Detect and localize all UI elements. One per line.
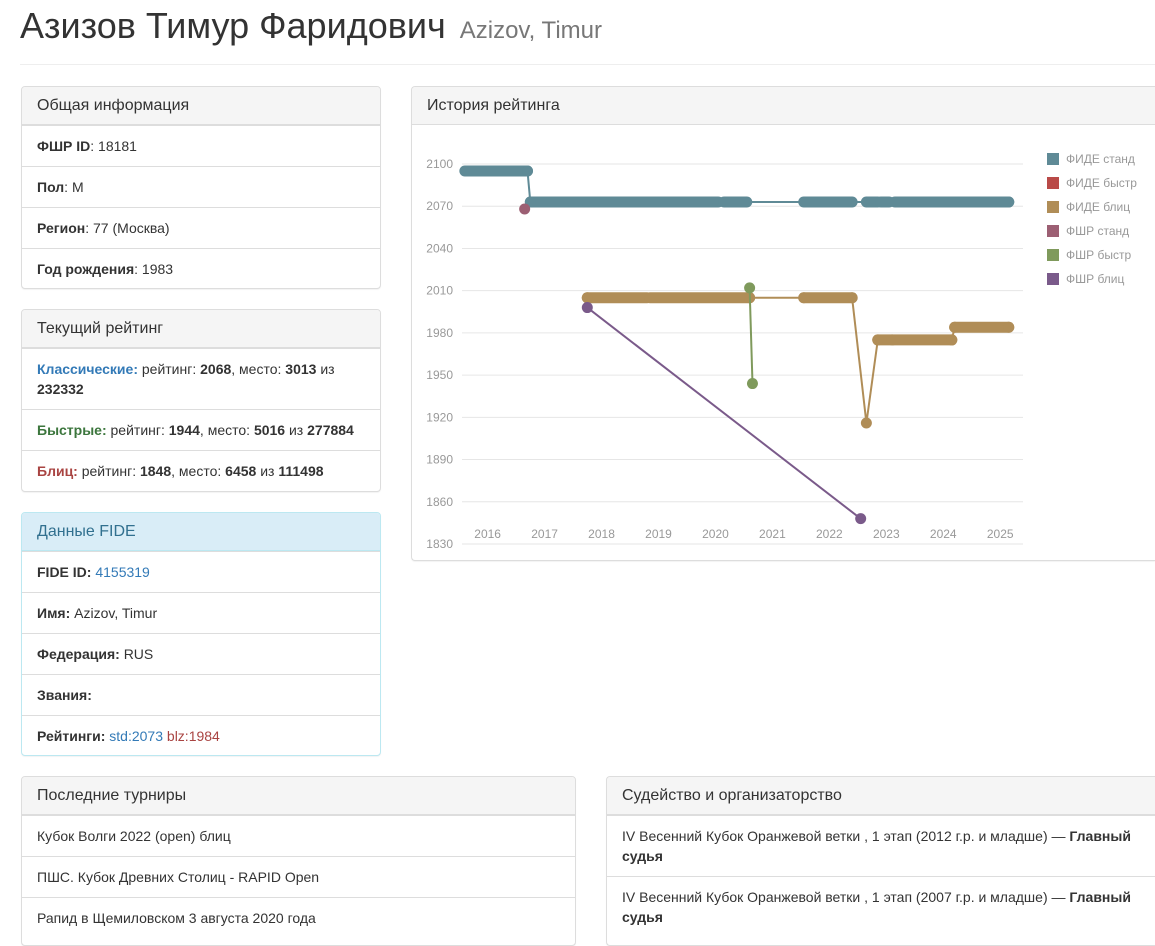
x-tick-label: 2020 (702, 527, 729, 541)
legend-label: ФИДЕ блиц (1066, 200, 1130, 214)
tournament-item[interactable]: Кубок Волги 2022 (open) блиц (22, 815, 575, 856)
general-info-heading: Общая информация (22, 87, 380, 125)
recent-tournaments-panel: Последние турниры Кубок Волги 2022 (open… (21, 776, 576, 946)
y-tick-label: 2070 (426, 199, 453, 213)
x-tick-label: 2025 (987, 527, 1014, 541)
x-tick-label: 2017 (531, 527, 558, 541)
fide-name-row: Имя: Azizov, Timur (22, 592, 380, 633)
fide-data-heading: Данные FIDE (22, 513, 380, 551)
judging-panel: Судейство и организаторство IV Весенний … (606, 776, 1155, 946)
y-tick-label: 2100 (426, 157, 453, 171)
series-point (1003, 321, 1015, 333)
series-point (581, 302, 593, 314)
header-divider (20, 64, 1155, 65)
rating-history-panel: История рейтинга 2100 2070 2040 2010 1980 195… (411, 86, 1155, 561)
current-rating-panel: Текущий рейтинг Классические: рейтинг: 2… (21, 309, 381, 492)
y-tick-label: 1890 (426, 453, 453, 467)
series-point (746, 378, 758, 390)
tournament-item[interactable]: Рапид в Щемиловском 3 августа 2020 года (22, 897, 575, 938)
fide-titles-row: Звания: (22, 674, 380, 715)
legend-swatch (1047, 201, 1059, 213)
legend-swatch (1047, 153, 1059, 165)
tournament-item[interactable]: ПШС. Кубок Древних Столиц - RAPID Open (22, 856, 575, 897)
series-point (946, 334, 958, 346)
y-tick-label: 1950 (426, 368, 453, 382)
fide-id-link[interactable]: 4155319 (95, 564, 150, 580)
y-tick-label: 1980 (426, 326, 453, 340)
fshr-id-row: ФШР ID: 18181 (22, 125, 380, 166)
birth-year-row: Год рождения: 1983 (22, 248, 380, 288)
fide-federation-row: Федерация: RUS (22, 633, 380, 674)
rapid-rating-row: Быстрые: рейтинг: 1944, место: 5016 из 2… (22, 409, 380, 450)
series-point (519, 203, 531, 215)
fide-std-link[interactable]: std:2073 (109, 728, 163, 744)
region-row: Регион: 77 (Москва) (22, 207, 380, 248)
series-point (744, 282, 756, 294)
x-tick-label: 2018 (588, 527, 615, 541)
rating-history-heading: История рейтинга (412, 87, 1155, 125)
general-info-panel: Общая информация ФШР ID: 18181 Пол: М Ре… (21, 86, 381, 289)
series-point (855, 513, 867, 525)
series-point (872, 334, 884, 346)
series-line (587, 296, 1009, 424)
gender-row: Пол: М (22, 166, 380, 207)
judging-heading: Судейство и организаторство (607, 777, 1155, 815)
legend-label: ФШР быстр (1066, 248, 1131, 262)
recent-tournaments-heading: Последние турниры (22, 777, 575, 815)
player-name-ru: Азизов Тимур Фаридович (20, 5, 446, 46)
series-point (949, 321, 961, 333)
player-name-en: Azizov, Timur (459, 17, 602, 44)
series-point (846, 292, 858, 304)
series-point (798, 292, 810, 304)
legend-swatch (1047, 225, 1059, 237)
judging-item[interactable]: IV Весенний Кубок Оранжевой ветки , 1 эт… (607, 815, 1155, 876)
judging-item[interactable]: IV Весенний Кубок Оранжевой ветки , 1 эт… (607, 876, 1155, 937)
y-tick-label: 1860 (426, 495, 453, 509)
y-tick-label: 1920 (426, 410, 453, 424)
legend-swatch (1047, 177, 1059, 189)
legend-label: ФИДЕ станд (1066, 152, 1135, 166)
legend-label: ФШР станд (1066, 224, 1129, 238)
series-point (581, 292, 593, 304)
fide-ratings-row: Рейтинги: std:2073 blz:1984 (22, 715, 380, 755)
legend-label: ФИДЕ быстр (1066, 176, 1137, 190)
y-tick-label: 1830 (426, 537, 453, 551)
rating-history-chart: 2100 2070 2040 2010 1980 1950 1920 1890 1860 1830… (426, 152, 1137, 551)
x-tick-label: 2019 (645, 527, 672, 541)
current-rating-heading: Текущий рейтинг (22, 310, 380, 348)
y-tick-label: 2010 (426, 284, 453, 298)
series-point (1003, 196, 1015, 208)
x-tick-label: 2016 (474, 527, 501, 541)
blitz-rating-row: Блиц: рейтинг: 1848, место: 6458 из 1114… (22, 450, 380, 491)
x-tick-label: 2024 (930, 527, 957, 541)
fide-id-row: FIDE ID: 4155319 (22, 551, 380, 592)
x-tick-label: 2022 (816, 527, 843, 541)
classic-rating-row: Классические: рейтинг: 2068, место: 3013… (22, 348, 380, 409)
legend-swatch (1047, 273, 1059, 285)
page-title: Азизов Тимур Фаридович Azizov, Timur (20, 4, 602, 53)
y-tick-label: 2040 (426, 241, 453, 255)
x-tick-label: 2021 (759, 527, 786, 541)
fide-data-panel: Данные FIDE FIDE ID: 4155319 Имя: Azizov… (21, 512, 381, 756)
fide-blz-link[interactable]: blz:1984 (167, 728, 220, 744)
legend-swatch (1047, 249, 1059, 261)
series-point (521, 165, 533, 177)
legend-label: ФШР блиц (1066, 272, 1124, 286)
series-line (586, 306, 862, 520)
series-point (860, 417, 872, 429)
x-tick-label: 2023 (873, 527, 900, 541)
